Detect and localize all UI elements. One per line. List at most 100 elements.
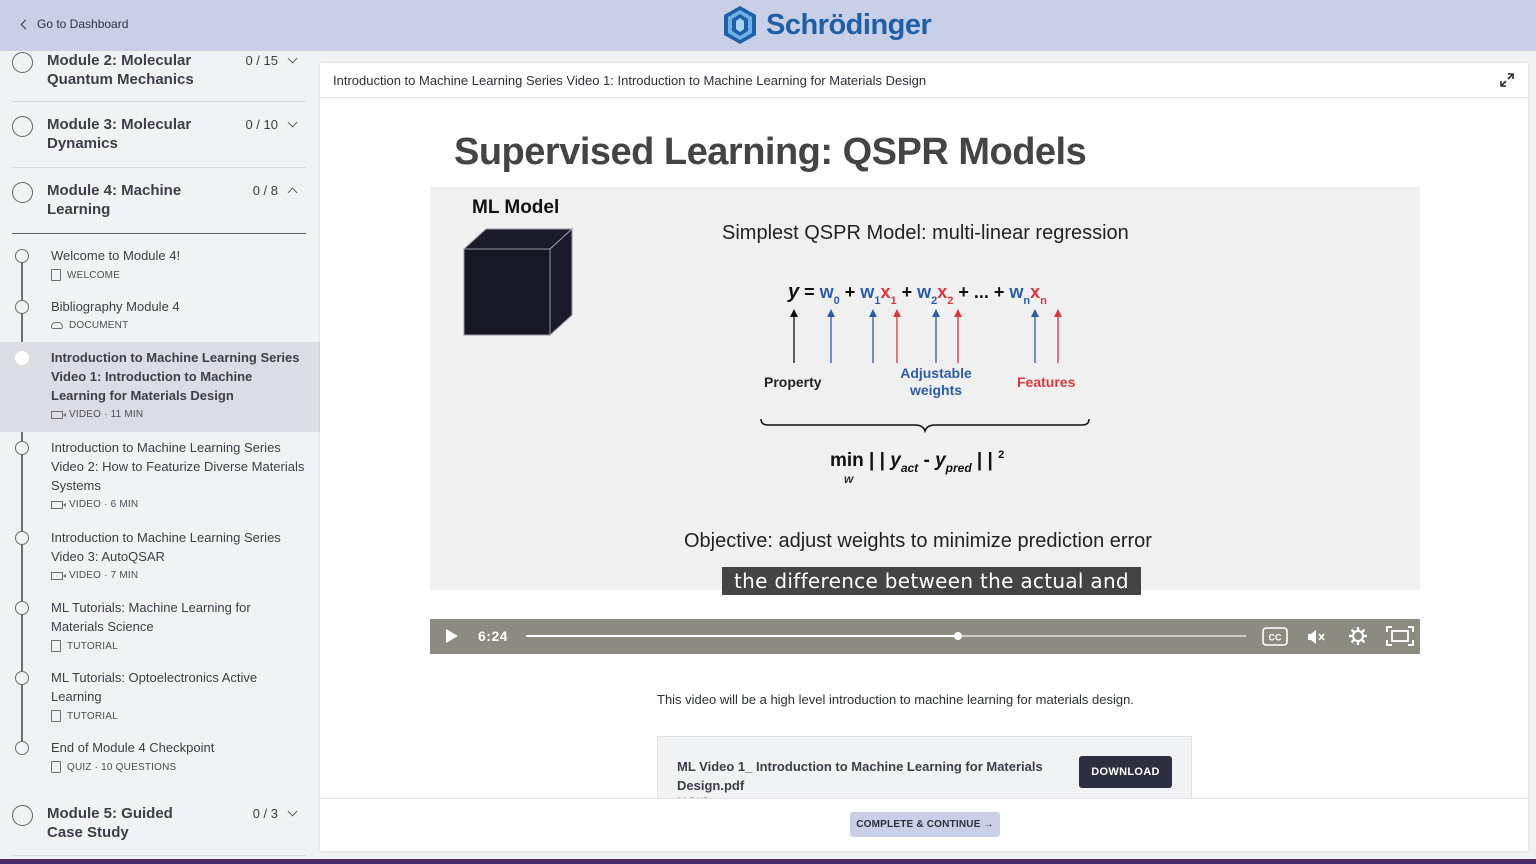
progress-fill xyxy=(526,635,958,637)
lesson-status-circle xyxy=(15,249,29,263)
expand-icon[interactable] xyxy=(1500,73,1514,87)
attachment-card: ML Video 1_ Introduction to Machine Lear… xyxy=(657,736,1192,806)
video-controls: 6:24 CC xyxy=(430,619,1420,654)
regression-equation: y = w0 + w1x1 + w2x2 + ... + wnxn xyxy=(788,281,1047,307)
module-2[interactable]: Module 2: Molecular Quantum Mechanics 0 … xyxy=(12,51,306,102)
lesson-welcome[interactable]: Welcome to Module 4! WELCOME xyxy=(0,244,320,296)
module-4[interactable]: Module 4: Machine Learning 0 / 8 xyxy=(12,181,306,234)
lesson-title: Introduction to Machine Learning Series … xyxy=(51,530,281,564)
equation-arrows xyxy=(790,309,1062,363)
lesson-footer: COMPLETE & CONTINUE → xyxy=(320,798,1528,851)
lesson-tutorial-materials[interactable]: ML Tutorials: Machine Learning for Mater… xyxy=(0,592,320,662)
module-title: Module 2: Molecular Quantum Mechanics xyxy=(47,52,194,88)
slide-objective: Objective: adjust weights to minimize pr… xyxy=(684,530,1152,552)
download-button[interactable]: DOWNLOAD xyxy=(1079,756,1172,788)
lesson-header: Introduction to Machine Learning Series … xyxy=(320,63,1528,98)
arrow-w0 xyxy=(827,309,835,363)
window-bottom-edge xyxy=(0,859,1536,864)
settings-gear-icon[interactable] xyxy=(1348,626,1368,646)
progress-circle-icon xyxy=(12,182,33,203)
attachment-name: ML Video 1_ Introduction to Machine Lear… xyxy=(677,759,1043,793)
chevron-down-icon[interactable] xyxy=(287,53,297,64)
lesson-meta: QUIZ · 10 QUESTIONS xyxy=(67,761,177,773)
lesson-status-circle xyxy=(15,351,29,365)
video-player[interactable]: Supervised Learning: QSPR Models ML Mode… xyxy=(430,111,1420,654)
lesson-status-circle xyxy=(15,671,29,685)
play-icon[interactable] xyxy=(446,629,458,643)
arrow-w1 xyxy=(869,309,877,363)
lesson-checkpoint[interactable]: End of Module 4 Checkpoint QUIZ · 10 QUE… xyxy=(0,732,320,782)
progress-circle-icon xyxy=(12,52,33,73)
video-icon xyxy=(51,500,66,509)
document-icon xyxy=(51,269,61,281)
video-time: 6:24 xyxy=(478,628,509,644)
mute-icon[interactable] xyxy=(1306,629,1326,645)
lesson-status-circle xyxy=(15,741,29,755)
module-3[interactable]: Module 3: Molecular Dynamics 0 / 10 xyxy=(12,115,306,168)
fullscreen-icon[interactable] xyxy=(1386,626,1414,646)
complete-and-continue-button[interactable]: COMPLETE & CONTINUE → xyxy=(850,812,1000,837)
lesson-title: Bibliography Module 4 xyxy=(51,299,180,314)
arrow-w2 xyxy=(932,309,940,363)
lesson-title: ML Tutorials: Machine Learning for Mater… xyxy=(51,600,251,634)
lesson-title: Introduction to Machine Learning Series … xyxy=(333,73,927,88)
progress-bar[interactable] xyxy=(526,632,1246,640)
lesson-meta: WELCOME xyxy=(67,269,121,281)
curly-brace xyxy=(760,418,1090,433)
lesson-status-circle xyxy=(15,300,29,314)
video-caption: the difference between the actual and xyxy=(722,567,1141,595)
min-subscript: w xyxy=(844,472,854,486)
lesson-video-2[interactable]: Introduction to Machine Learning Series … xyxy=(0,432,320,522)
lesson-meta: TUTORIAL xyxy=(67,640,118,652)
lesson-video-1[interactable]: Introduction to Machine Learning Series … xyxy=(0,342,320,432)
module-5[interactable]: Module 5: Guided Case Study 0 / 3 xyxy=(12,804,306,856)
lesson-bibliography[interactable]: Bibliography Module 4 DOCUMENT xyxy=(0,296,320,342)
arrow-x1 xyxy=(893,309,901,363)
lesson-meta: VIDEO · 11 MIN xyxy=(69,409,144,420)
cloud-download-icon xyxy=(51,322,63,329)
quiz-icon xyxy=(51,761,61,773)
top-bar: Go to Dashboard Schrödinger xyxy=(0,0,1536,51)
chevron-down-icon[interactable] xyxy=(287,806,297,817)
back-label: Go to Dashboard xyxy=(37,17,129,31)
black-box-cube-icon xyxy=(462,227,574,337)
label-property: Property xyxy=(764,374,822,390)
lesson-status-circle xyxy=(15,601,29,615)
lesson-title: Introduction to Machine Learning Series … xyxy=(51,440,305,493)
arrow-x2 xyxy=(954,309,962,363)
slide-panel: ML Model Simplest QSPR Model: multi-line… xyxy=(430,187,1420,590)
lesson-tutorial-optoelectronics[interactable]: ML Tutorials: Optoelectronics Active Lea… xyxy=(0,662,320,732)
label-features: Features xyxy=(1017,374,1076,390)
course-sidebar: Module 2: Molecular Quantum Mechanics 0 … xyxy=(0,51,320,864)
label-adjustable-weights: Adjustable weights xyxy=(900,365,972,398)
progress-circle-icon xyxy=(12,116,33,137)
lesson-status-circle xyxy=(15,441,29,455)
brand-name: Schrödinger xyxy=(766,8,932,41)
progress-knob[interactable] xyxy=(954,632,962,640)
module-title: Module 4: Machine Learning xyxy=(47,182,182,218)
tutorial-icon xyxy=(51,710,61,722)
arrow-property xyxy=(790,309,798,363)
schrodinger-logo-icon xyxy=(724,6,756,44)
lesson-status-circle xyxy=(15,531,29,545)
module-count: 0 / 15 xyxy=(245,53,278,68)
arrow-xn xyxy=(1054,309,1062,363)
module-title: Module 3: Molecular Dynamics xyxy=(47,116,192,152)
go-to-dashboard-link[interactable]: Go to Dashboard xyxy=(20,17,129,31)
lesson-content: Introduction to Machine Learning Series … xyxy=(320,63,1528,851)
lesson-meta: TUTORIAL xyxy=(67,710,118,722)
module-count: 0 / 3 xyxy=(252,806,278,821)
module-count: 0 / 10 xyxy=(245,117,278,132)
chevron-down-icon[interactable] xyxy=(287,117,297,128)
lesson-title: Welcome to Module 4! xyxy=(51,248,181,263)
chevron-left-icon xyxy=(20,19,31,30)
lesson-video-3[interactable]: Introduction to Machine Learning Series … xyxy=(0,522,320,592)
lesson-title: ML Tutorials: Optoelectronics Active Lea… xyxy=(51,670,258,704)
closed-captions-icon[interactable]: CC xyxy=(1262,627,1288,646)
brand-logo[interactable]: Schrödinger xyxy=(722,5,932,45)
lesson-meta: DOCUMENT xyxy=(69,320,129,331)
chevron-up-icon[interactable] xyxy=(287,187,297,198)
progress-circle-icon xyxy=(12,805,33,826)
minimization-formula: min | | yact - ypred | | 2 xyxy=(830,449,1005,475)
module-count: 0 / 8 xyxy=(252,183,278,198)
